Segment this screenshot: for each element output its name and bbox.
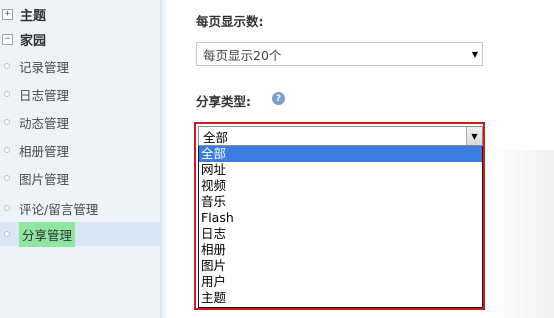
option-item[interactable]: Flash [199, 210, 482, 226]
bullet-icon [4, 231, 10, 237]
sidebar-item-blogs[interactable]: 日志管理 [0, 82, 160, 106]
share-type-select[interactable]: 全部 ▼ [198, 126, 483, 146]
share-type-options: 全部 网址 视频 音乐 Flash 日志 相册 图片 用户 主题 [198, 146, 483, 308]
bullet-icon [4, 119, 10, 125]
dropdown-arrow-icon: ▼ [471, 49, 479, 59]
sidebar-item-label: 记录管理 [19, 59, 70, 75]
sidebar-item-activity[interactable]: 动态管理 [0, 110, 160, 134]
tree-node-label: 主题 [20, 8, 47, 24]
option-item[interactable]: 图片 [199, 258, 482, 274]
expand-icon[interactable]: + [2, 8, 13, 20]
sidebar-item-comments[interactable]: 评论/留言管理 [0, 196, 160, 220]
per-page-select[interactable]: 每页显示20个 ▼ [196, 42, 483, 66]
sidebar-item-records[interactable]: 记录管理 [0, 54, 160, 78]
option-item[interactable]: 用户 [199, 274, 482, 290]
dropdown-arrow-icon[interactable]: ▼ [466, 127, 482, 145]
sidebar-item-pictures[interactable]: 图片管理 [0, 166, 160, 190]
sidebar-divider [160, 0, 167, 318]
sidebar-item-label: 分享管理 [19, 221, 76, 247]
sidebar-item-shares[interactable]: 分享管理 [0, 221, 160, 247]
sidebar-item-label: 相册管理 [19, 143, 70, 159]
bullet-icon [4, 91, 10, 97]
sidebar-item-label: 图片管理 [19, 171, 70, 187]
share-type-value: 全部 [203, 129, 229, 145]
option-item[interactable]: 全部 [199, 146, 482, 162]
tree-node-label: 家园 [20, 33, 47, 49]
option-item[interactable]: 主题 [199, 290, 482, 306]
bullet-icon [4, 147, 10, 153]
help-icon[interactable]: ? [272, 92, 285, 105]
sidebar-item-albums[interactable]: 相册管理 [0, 138, 160, 162]
tree-node-home[interactable]: − 家园 [0, 29, 46, 49]
sidebar-item-label: 日志管理 [19, 87, 70, 103]
option-item[interactable]: 相册 [199, 242, 482, 258]
bullet-icon [4, 205, 10, 211]
sidebar-item-label: 动态管理 [19, 115, 70, 131]
option-item[interactable]: 视频 [199, 178, 482, 194]
background-panel [487, 150, 554, 318]
option-item[interactable]: 音乐 [199, 194, 482, 210]
per-page-label: 每页显示数: [196, 14, 264, 29]
option-item[interactable]: 网址 [199, 162, 482, 178]
sidebar-item-label: 评论/留言管理 [19, 201, 99, 217]
collapse-icon[interactable]: − [2, 33, 13, 45]
tree-node-topic[interactable]: + 主题 [0, 4, 46, 24]
bullet-icon [4, 63, 10, 69]
option-item[interactable]: 日志 [199, 226, 482, 242]
bullet-icon [4, 175, 10, 181]
per-page-value: 每页显示20个 [203, 47, 282, 63]
share-type-label: 分享类型: [196, 94, 251, 109]
